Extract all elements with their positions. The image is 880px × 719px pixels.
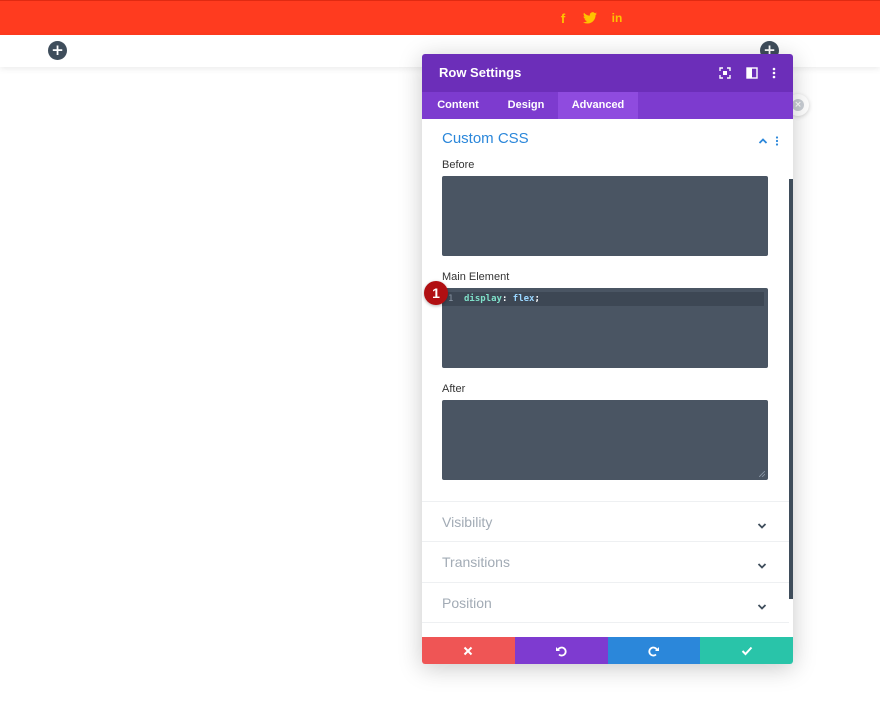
undo-button[interactable]	[514, 637, 608, 664]
before-field-label: Before	[442, 159, 475, 171]
top-header-bar: f in	[0, 0, 880, 35]
split-view-icon[interactable]	[744, 65, 760, 81]
visibility-group[interactable]: Visibility	[422, 501, 789, 541]
add-section-button[interactable]: +	[48, 41, 67, 60]
visibility-group-title: Visibility	[442, 514, 493, 530]
tab-bar: Content Design Advanced	[422, 92, 793, 119]
position-group-title: Position	[442, 595, 492, 611]
resize-handle-icon[interactable]	[759, 471, 765, 477]
position-group[interactable]: Position	[422, 582, 789, 622]
redo-button[interactable]	[607, 637, 701, 664]
modal-title: Row Settings	[439, 65, 522, 80]
chevron-down-icon	[756, 598, 768, 610]
close-circle-icon: ×	[792, 99, 804, 111]
chevron-down-icon	[756, 517, 768, 529]
fullscreen-icon[interactable]	[717, 65, 733, 81]
transitions-group-title: Transitions	[442, 554, 510, 570]
tab-content[interactable]: Content	[422, 92, 494, 119]
redo-icon	[648, 646, 659, 656]
undo-icon	[556, 646, 567, 656]
modal-footer	[422, 637, 793, 664]
more-options-icon[interactable]	[766, 65, 782, 81]
css-colon: :	[501, 294, 508, 304]
row-settings-modal: Row Settings Content Design Advanced Cus…	[422, 54, 793, 664]
after-css-editor[interactable]	[442, 400, 768, 480]
tab-design[interactable]: Design	[494, 92, 558, 119]
step-marker: 1	[424, 281, 448, 305]
line-number: 1	[448, 294, 454, 304]
css-property: display	[464, 294, 502, 304]
facebook-icon[interactable]: f	[557, 9, 569, 27]
cancel-button[interactable]	[422, 637, 515, 664]
group-divider	[422, 622, 789, 623]
before-css-editor[interactable]	[442, 176, 768, 256]
main-element-field-label: Main Element	[442, 271, 510, 283]
save-button[interactable]	[700, 637, 793, 664]
scrollbar[interactable]	[789, 179, 793, 599]
twitter-icon[interactable]	[582, 9, 598, 27]
custom-css-group-title[interactable]: Custom CSS	[442, 130, 529, 147]
chevron-down-icon	[756, 557, 768, 569]
check-icon	[741, 646, 752, 655]
modal-header: Row Settings	[422, 54, 793, 92]
chevron-up-icon[interactable]	[757, 132, 769, 144]
main-element-css-editor[interactable]: 1 display: flex;	[442, 288, 768, 368]
close-icon	[464, 646, 473, 655]
css-value: flex	[512, 294, 535, 304]
group-options-icon[interactable]	[774, 132, 780, 146]
code-text: display: flex;	[464, 294, 540, 304]
tab-advanced[interactable]: Advanced	[558, 92, 638, 119]
css-semicolon: ;	[534, 294, 540, 304]
transitions-group[interactable]: Transitions	[422, 541, 789, 581]
linkedin-icon[interactable]: in	[610, 9, 624, 27]
after-field-label: After	[442, 383, 466, 395]
